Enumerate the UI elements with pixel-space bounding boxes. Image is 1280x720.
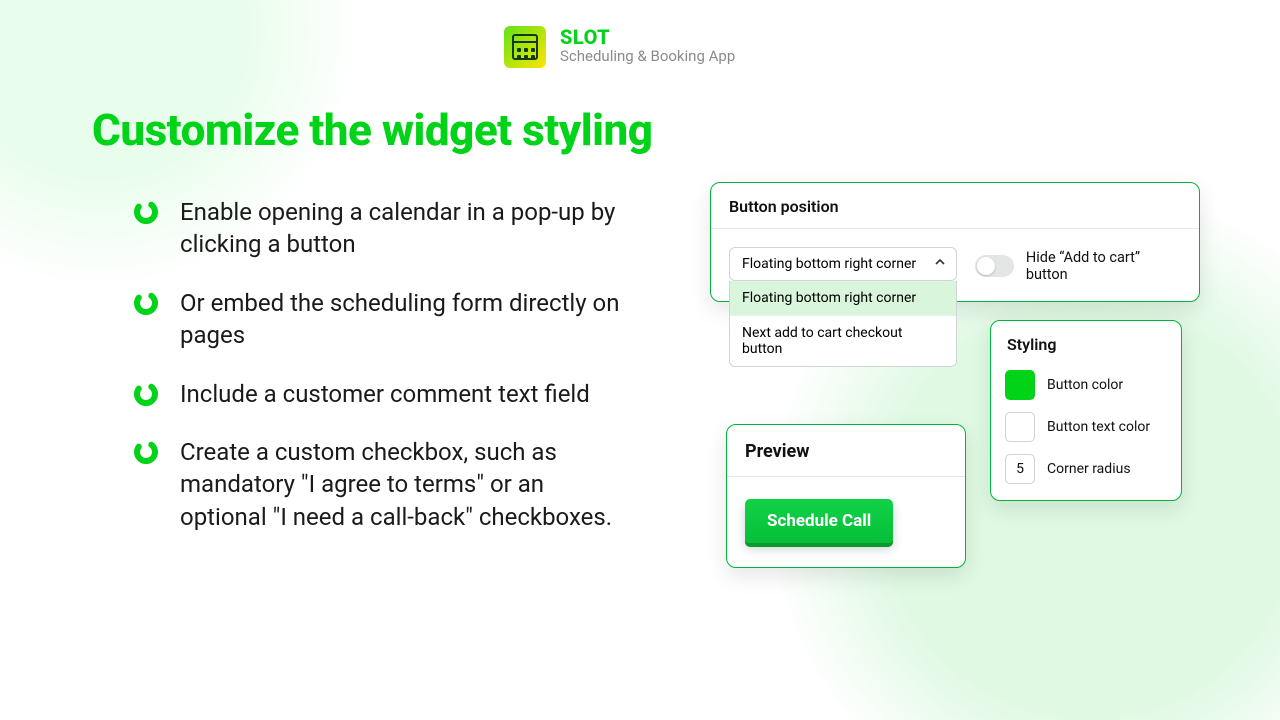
list-item: Create a custom checkbox, such as mandat… <box>132 436 632 533</box>
preview-card: Preview Schedule Call <box>726 424 966 568</box>
hide-add-to-cart-row: Hide “Add to cart” button <box>975 249 1181 283</box>
button-position-card: Button position Floating bottom right co… <box>710 182 1200 302</box>
position-select-value: Floating bottom right corner <box>742 256 916 272</box>
bullet-icon <box>132 198 160 226</box>
brand-lockup: SLOT Scheduling & Booking App <box>504 26 735 68</box>
hide-add-to-cart-label: Hide “Add to cart” button <box>1026 249 1181 283</box>
bullet-icon <box>132 380 160 408</box>
bullet-text: Create a custom checkbox, such as mandat… <box>180 436 632 533</box>
list-item: Or embed the scheduling form directly on… <box>132 287 632 352</box>
button-color-swatch[interactable] <box>1005 370 1035 400</box>
text-color-swatch[interactable] <box>1005 412 1035 442</box>
styling-card: Styling Button color Button text color 5… <box>990 320 1182 501</box>
corner-radius-input[interactable]: 5 <box>1005 454 1035 484</box>
bullet-text: Enable opening a calendar in a pop-up by… <box>180 196 632 261</box>
card-title: Button position <box>711 183 1199 228</box>
button-color-row: Button color <box>1005 370 1167 400</box>
bullet-icon <box>132 438 160 466</box>
position-select-wrap: Floating bottom right corner Floating bo… <box>729 247 957 281</box>
feature-bullet-list: Enable opening a calendar in a pop-up by… <box>92 196 632 559</box>
position-option[interactable]: Next add to cart checkout button <box>730 315 956 366</box>
bullet-text: Or embed the scheduling form directly on… <box>180 287 632 352</box>
chevron-up-icon <box>934 256 946 272</box>
brand-logo-icon <box>504 26 546 68</box>
brand-tagline: Scheduling & Booking App <box>560 47 735 67</box>
bullet-icon <box>132 289 160 317</box>
list-item: Include a customer comment text field <box>132 378 632 410</box>
position-option[interactable]: Floating bottom right corner <box>730 281 956 315</box>
widget-mock-cluster: Button position Floating bottom right co… <box>710 182 1200 302</box>
button-color-label: Button color <box>1047 377 1123 393</box>
page-headline: Customize the widget styling <box>92 104 652 156</box>
position-options-dropdown: Floating bottom right corner Next add to… <box>729 281 957 367</box>
list-item: Enable opening a calendar in a pop-up by… <box>132 196 632 261</box>
corner-radius-label: Corner radius <box>1047 461 1131 477</box>
brand-name: SLOT <box>560 27 735 47</box>
card-title: Styling <box>991 321 1181 364</box>
corner-radius-row: 5 Corner radius <box>1005 454 1167 484</box>
position-select[interactable]: Floating bottom right corner <box>729 247 957 281</box>
bullet-text: Include a customer comment text field <box>180 378 590 410</box>
card-title: Preview <box>727 425 965 476</box>
hide-add-to-cart-toggle[interactable] <box>975 255 1014 277</box>
schedule-call-button[interactable]: Schedule Call <box>745 499 893 543</box>
bg-blob-bottom-right <box>640 60 1280 720</box>
text-color-row: Button text color <box>1005 412 1167 442</box>
text-color-label: Button text color <box>1047 419 1150 435</box>
